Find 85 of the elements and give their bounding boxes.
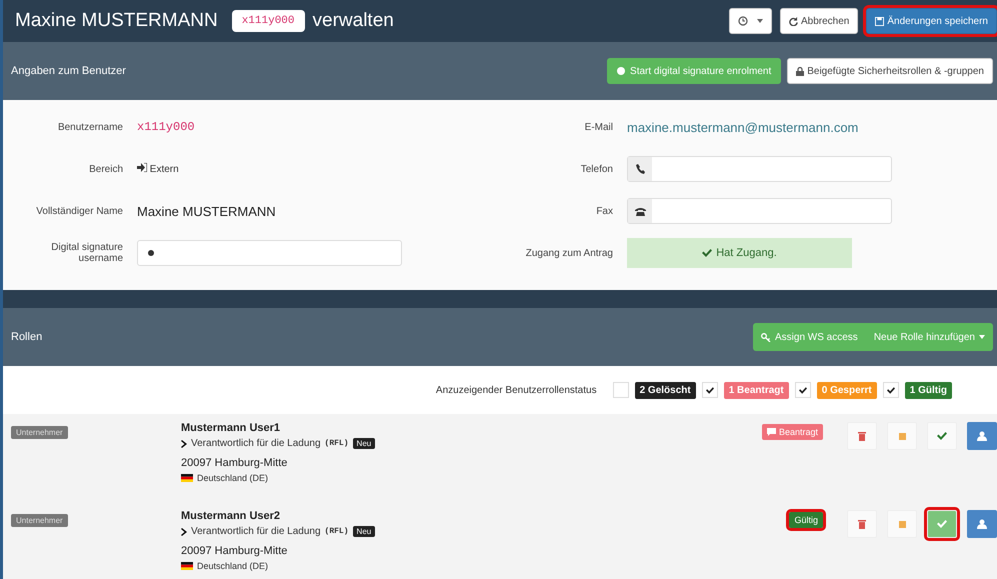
role-code: (RFL) xyxy=(324,439,349,448)
delete-button[interactable] xyxy=(847,422,877,450)
history-button[interactable] xyxy=(728,8,772,34)
role-status-badge: Gültig xyxy=(789,512,823,528)
status-count-badge: 2 Gelöscht xyxy=(634,382,696,398)
full-name-value: Maxine MUSTERMANN xyxy=(137,204,276,218)
signature-username-field[interactable] xyxy=(137,240,402,266)
comment-icon xyxy=(766,428,776,436)
field-label: Fax xyxy=(595,206,613,216)
check-icon xyxy=(798,386,807,394)
phone-field[interactable] xyxy=(627,156,892,182)
filter-label: Anzuzeigender Benutzerrollenstatus xyxy=(436,384,597,396)
field-label: Bereich xyxy=(88,164,123,174)
trash-icon xyxy=(858,519,866,529)
user-name: Mustermann User2 xyxy=(181,510,282,522)
username-value: x111y000 xyxy=(137,120,195,134)
check-icon xyxy=(706,386,714,394)
german-flag-icon xyxy=(181,562,193,570)
security-roles-button[interactable]: Beigefügte Sicherheitsrollen & -gruppen xyxy=(787,58,993,84)
page-title-suffix: verwalten xyxy=(312,10,394,32)
trash-icon xyxy=(858,431,866,441)
save-button[interactable]: Änderungen speichern xyxy=(866,8,997,34)
section-title: Angaben zum Benutzer xyxy=(11,65,126,77)
user-name: Mustermann User1 xyxy=(181,422,282,434)
role-name: Verantwortlich für die Ladung xyxy=(191,526,321,537)
user-details-button[interactable] xyxy=(967,422,997,450)
new-badge: Neu xyxy=(352,526,376,537)
user-details-button[interactable] xyxy=(967,510,997,538)
field-label: Telefon xyxy=(580,164,613,174)
user-icon xyxy=(977,431,987,441)
status-checkbox[interactable] xyxy=(612,382,629,398)
approve-button[interactable] xyxy=(927,510,957,538)
role-name: Verantwortlich für die Ladung xyxy=(191,438,321,449)
chevron-right-icon xyxy=(181,440,187,448)
key-icon xyxy=(761,332,771,342)
clock-icon xyxy=(738,16,748,26)
role-code: (RFL) xyxy=(324,527,349,536)
fax-icon xyxy=(634,206,646,216)
square-icon xyxy=(898,520,906,528)
email-value: maxine.mustermann@mustermann.com xyxy=(627,120,858,134)
check-icon xyxy=(937,432,947,440)
field-label: Vollständiger Name xyxy=(35,206,123,216)
square-icon xyxy=(898,432,906,440)
username-tag: x111y000 xyxy=(232,10,305,32)
caret-icon xyxy=(979,335,985,339)
fax-field[interactable] xyxy=(627,198,892,224)
field-label: Zugang zum Antrag xyxy=(524,248,613,258)
phone-icon xyxy=(635,164,645,174)
status-checkbox[interactable] xyxy=(702,382,718,398)
company-type-badge: Unternehmer xyxy=(11,514,68,527)
city: 20097 Hamburg-Mitte xyxy=(181,457,288,469)
city: 20097 Hamburg-Mitte xyxy=(181,545,288,557)
status-checkbox[interactable] xyxy=(882,382,899,398)
check-icon xyxy=(702,249,712,257)
check-icon xyxy=(937,520,947,528)
approve-button[interactable] xyxy=(927,422,957,450)
status-count-badge: 0 Gesperrt xyxy=(816,382,877,398)
sign-in-icon xyxy=(137,163,147,172)
assign-ws-access-button[interactable]: Assign WS access xyxy=(753,323,866,351)
section-title: Rollen xyxy=(11,331,42,343)
status-checkbox[interactable] xyxy=(794,382,811,398)
german-flag-icon xyxy=(181,474,193,482)
lock-icon xyxy=(796,66,804,76)
page-title: Maxine MUSTERMANN xyxy=(15,10,218,32)
delete-button[interactable] xyxy=(847,510,877,538)
chevron-right-icon xyxy=(181,528,187,536)
company-type-badge: Unternehmer xyxy=(11,426,68,439)
new-badge: Neu xyxy=(352,438,376,449)
add-role-button[interactable]: Neue Rolle hinzufügen xyxy=(866,323,993,351)
field-label: E-Mail xyxy=(584,122,613,132)
cancel-button[interactable]: Abbrechen xyxy=(780,8,858,34)
status-count-badge: 1 Beantragt xyxy=(724,382,789,398)
status-count-badge: 1 Gültig xyxy=(904,382,952,398)
country: Deutschland (DE) xyxy=(197,561,268,571)
access-status: Hat Zugang. xyxy=(627,238,852,268)
role-status-badge: Beantragt xyxy=(762,424,823,440)
field-label: Digital signature username xyxy=(50,242,123,264)
country: Deutschland (DE) xyxy=(197,473,268,483)
field-label: Benutzername xyxy=(56,122,123,132)
scope-value: Extern xyxy=(137,163,179,175)
check-icon xyxy=(886,386,895,394)
caret-icon xyxy=(756,19,763,23)
reload-icon xyxy=(788,16,798,26)
enrolment-button[interactable]: Start digital signature enrolment xyxy=(607,58,782,84)
user-icon xyxy=(977,519,987,529)
